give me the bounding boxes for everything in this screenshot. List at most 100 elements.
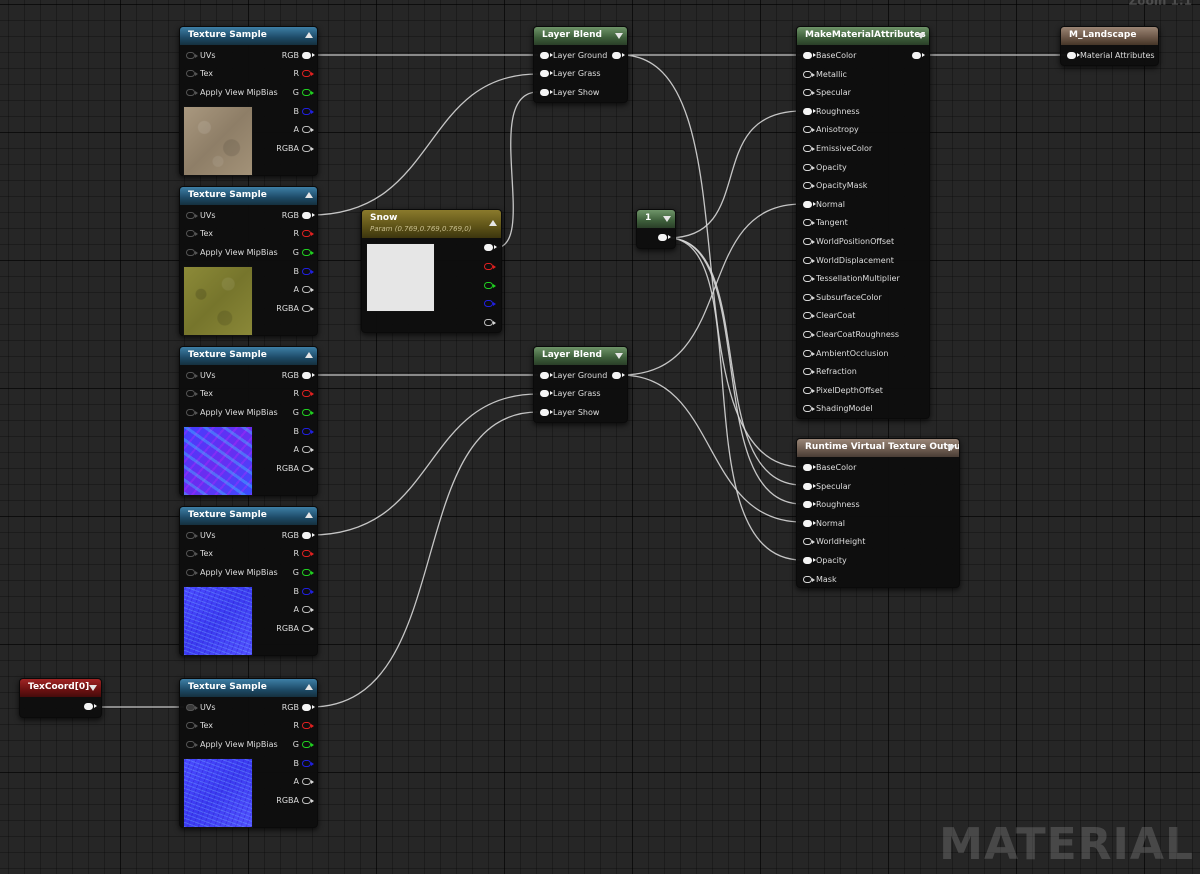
input-pin-row[interactable]: TessellationMultiplier (797, 270, 931, 288)
texture-sample-node[interactable]: Texture Sample UVs RGB Tex R Apply View Mi… (179, 678, 318, 828)
wire-tex4-rgb-to-blend2-grass[interactable] (310, 393, 539, 536)
collapse-icon[interactable] (305, 352, 313, 358)
material-graph-canvas[interactable]: Texture Sample UVs RGB Tex R Apply View Mi… (0, 0, 1200, 874)
wire-const-to-rvt-opacity[interactable] (667, 237, 803, 561)
input-pin-row[interactable]: Anisotropy (797, 121, 931, 139)
collapse-icon[interactable] (917, 33, 925, 39)
a-pin-icon[interactable] (302, 446, 314, 453)
rgb-pin-icon[interactable] (484, 244, 497, 251)
input-pin-row[interactable]: EmissiveColor (797, 140, 931, 158)
g-pin-icon[interactable] (302, 89, 314, 96)
uvs-pin-icon[interactable] (186, 372, 198, 379)
texture-sample-node[interactable]: Texture Sample UVs RGB Tex R Apply View Mi… (179, 346, 318, 496)
tessellationmultiplier-pin-icon[interactable] (803, 275, 815, 283)
input-pin-row[interactable]: SubsurfaceColor (797, 289, 931, 307)
r-pin-icon[interactable] (302, 70, 314, 77)
worldpositionoffset-pin-icon[interactable] (803, 238, 815, 245)
r-pin-icon[interactable] (302, 230, 314, 237)
g-pin-icon[interactable] (302, 569, 314, 576)
collapse-icon[interactable] (89, 685, 97, 691)
mipbias-pin-icon[interactable] (186, 741, 198, 748)
b-pin-icon[interactable] (302, 108, 314, 115)
node-header[interactable]: 1 (637, 210, 675, 228)
rgba-pin-icon[interactable] (302, 465, 314, 472)
rgba-pin-icon[interactable] (302, 797, 314, 804)
basecolor-pin-icon[interactable] (803, 464, 816, 471)
layer-grass-pin-icon[interactable] (540, 390, 553, 397)
opacitymask-pin-icon[interactable] (803, 182, 815, 190)
node-header[interactable]: Texture Sample (180, 27, 317, 45)
snow-vector-param-node[interactable]: Snow Param (0.769,0.769,0.769,0) (361, 209, 502, 333)
mipbias-pin-icon[interactable] (186, 409, 198, 416)
collapse-icon[interactable] (305, 684, 313, 690)
input-pin-row[interactable]: Normal (797, 196, 931, 214)
input-pin-row[interactable]: WorldHeight (797, 533, 961, 551)
collapse-icon[interactable] (305, 192, 313, 198)
layer-show-pin-icon[interactable] (540, 89, 553, 96)
input-pin-row[interactable]: BaseColor (797, 47, 931, 65)
basecolor-pin-icon[interactable] (803, 52, 816, 59)
material-result-node[interactable]: M_Landscape Material Attributes (1060, 26, 1159, 66)
node-header[interactable]: Texture Sample (180, 187, 317, 205)
input-pin-row[interactable]: Refraction (797, 363, 931, 381)
refraction-pin-icon[interactable] (803, 368, 815, 376)
rgb-pin-icon[interactable] (302, 372, 315, 379)
roughness-pin-icon[interactable] (803, 107, 816, 115)
specular-pin-icon[interactable] (803, 89, 815, 97)
node-header[interactable]: Layer Blend (534, 347, 627, 365)
rgb-pin-icon[interactable] (302, 532, 315, 539)
a-pin-icon[interactable] (302, 286, 314, 293)
input-pin-row[interactable]: WorldPositionOffset (797, 233, 931, 251)
collapse-icon[interactable] (947, 445, 955, 451)
make-material-attributes-node[interactable]: MakeMaterialAttributes BaseColor Metallic… (796, 26, 930, 419)
layer-blend-node[interactable]: Layer Blend Layer Ground Layer Grass Lay… (533, 26, 628, 103)
wire-const-to-rvt-roughness[interactable] (667, 237, 803, 505)
input-pin-row[interactable]: Opacity (797, 159, 931, 177)
clearcoatroughness-pin-icon[interactable] (803, 331, 815, 338)
input-pin-row[interactable]: OpacityMask (797, 177, 931, 195)
g-pin-icon[interactable] (484, 282, 496, 289)
normal-pin-icon[interactable] (803, 519, 816, 527)
r-pin-icon[interactable] (302, 722, 314, 729)
input-pin-row[interactable]: ClearCoatRoughness (797, 326, 931, 344)
output-pin-icon[interactable] (658, 234, 671, 241)
layer-show-pin-icon[interactable] (540, 409, 553, 416)
wire-const-to-make-roughness[interactable] (667, 110, 803, 239)
a-pin-icon[interactable] (302, 606, 314, 613)
rgba-pin-icon[interactable] (302, 305, 314, 312)
opacity-pin-icon[interactable] (803, 163, 815, 171)
b-pin-icon[interactable] (302, 760, 314, 767)
texcoord-node[interactable]: TexCoord[0] (19, 678, 102, 718)
wire-blend2-to-rvt-normal[interactable] (620, 374, 803, 523)
tex-pin-icon[interactable] (186, 70, 198, 77)
input-pin-row[interactable]: BaseColor (797, 459, 961, 477)
tex-pin-icon[interactable] (186, 230, 198, 237)
b-pin-icon[interactable] (302, 588, 314, 595)
uvs-pin-icon[interactable] (186, 704, 198, 711)
mipbias-pin-icon[interactable] (186, 249, 198, 256)
uvs-pin-icon[interactable] (186, 532, 198, 539)
g-pin-icon[interactable] (302, 409, 314, 416)
node-header[interactable]: Texture Sample (180, 347, 317, 365)
input-pin-row[interactable]: Normal (797, 515, 961, 533)
r-pin-icon[interactable] (484, 263, 496, 270)
input-pin-row[interactable]: Specular (797, 478, 961, 496)
layer-grass-pin-icon[interactable] (540, 70, 553, 77)
tex-pin-icon[interactable] (186, 722, 198, 729)
node-header[interactable]: Layer Blend (534, 27, 627, 45)
metallic-pin-icon[interactable] (803, 70, 815, 78)
roughness-pin-icon[interactable] (803, 501, 816, 509)
layer-ground-pin-icon[interactable] (540, 372, 553, 379)
a-pin-icon[interactable] (302, 126, 314, 133)
shadingmodel-pin-icon[interactable] (803, 405, 815, 413)
node-header[interactable]: Snow Param (0.769,0.769,0.769,0) (362, 210, 501, 238)
collapse-icon[interactable] (305, 32, 313, 38)
input-pin-row[interactable]: Opacity (797, 552, 961, 570)
collapse-icon[interactable] (615, 353, 623, 359)
uvs-pin-icon[interactable] (186, 52, 198, 59)
input-pin-row[interactable]: AmbientOcclusion (797, 345, 931, 363)
wire-tex5-rgb-to-blend2-show[interactable] (310, 411, 539, 708)
opacity-pin-icon[interactable] (803, 557, 816, 564)
tangent-pin-icon[interactable] (803, 219, 815, 227)
rgba-pin-icon[interactable] (302, 145, 314, 152)
